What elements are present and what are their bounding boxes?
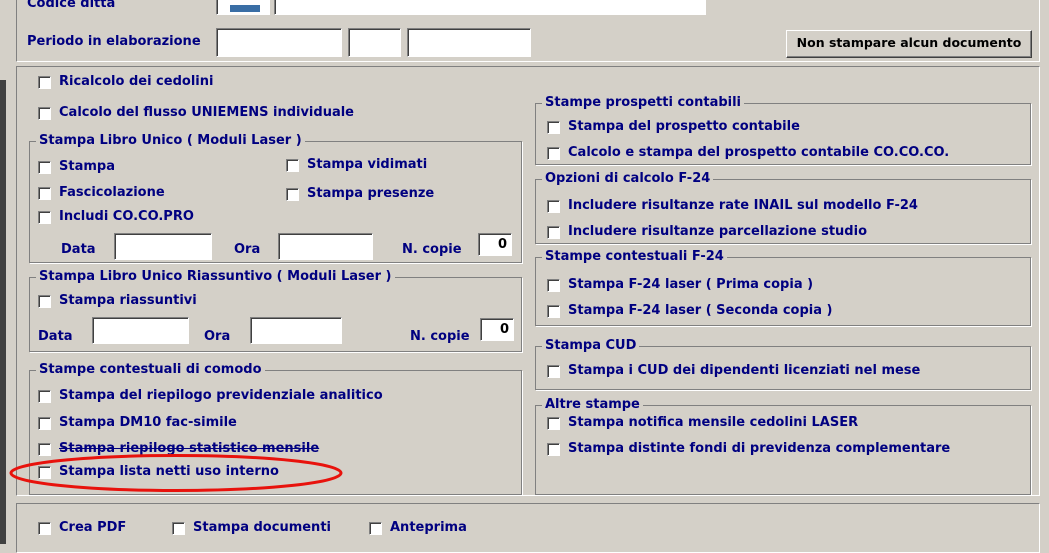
libro-ora-field[interactable] [278, 233, 373, 260]
stampa-riassuntivi-checkbox[interactable]: Stampa riassuntivi [38, 293, 197, 309]
ricalcolo-checkbox[interactable]: Ricalcolo dei cedolini [38, 74, 213, 90]
checkbox-box [38, 210, 51, 224]
ragione-sociale-field[interactable] [274, 0, 706, 15]
checkbox-box [547, 146, 560, 160]
stampa-cud-checkbox[interactable]: Stampa i CUD dei dipendenti licenziati n… [547, 363, 920, 379]
stampa-cud-label: Stampa i CUD dei dipendenti licenziati n… [568, 363, 921, 378]
checkbox-box [38, 75, 51, 89]
checkbox-box [38, 521, 51, 535]
checkbox-box [547, 442, 560, 456]
checkbox-box [38, 106, 51, 120]
distinte-checkbox[interactable]: Stampa distinte fondi di previdenza comp… [547, 441, 950, 457]
crea-pdf-label: Crea PDF [59, 520, 127, 535]
checkbox-box [172, 521, 185, 535]
periodo-field-1[interactable] [216, 28, 342, 57]
f24-seconda-copia-checkbox[interactable]: Stampa F-24 laser ( Seconda copia ) [547, 303, 833, 319]
altre-stampe-title: Altre stampe [542, 397, 643, 413]
checkbox-box [38, 160, 51, 174]
stampa-riassuntivi-label: Stampa riassuntivi [59, 293, 197, 308]
checkbox-box [547, 364, 560, 378]
riass-ncopie-label: N. copie [410, 329, 470, 344]
libro-data-label: Data [61, 242, 96, 257]
calcolo-uniemens-checkbox[interactable]: Calcolo del flusso UNIEMENS individuale [38, 105, 354, 121]
checkbox-box [547, 199, 560, 213]
periodo-label: Periodo in elaborazione [27, 34, 201, 49]
checkbox-box [547, 278, 560, 292]
fascicolazione-label: Fascicolazione [59, 185, 165, 200]
periodo-field-2[interactable] [348, 28, 401, 57]
libro-stampa-checkbox[interactable]: Stampa [38, 159, 115, 175]
checkbox-box [369, 521, 382, 535]
checkbox-box [547, 416, 560, 430]
parcellazione-checkbox[interactable]: Includere risultanze parcellazione studi… [547, 224, 867, 240]
dm10-checkbox[interactable]: Stampa DM10 fac-simile [38, 415, 237, 431]
notifica-label: Stampa notifica mensile cedolini LASER [568, 415, 859, 430]
parcellazione-label: Includere risultanze parcellazione studi… [568, 224, 867, 239]
riepilogo-previdenziale-label: Stampa del riepilogo previdenziale anali… [59, 388, 383, 403]
riepilogo-previdenziale-checkbox[interactable]: Stampa del riepilogo previdenziale anali… [38, 388, 383, 404]
codice-ditta-field[interactable] [216, 0, 270, 15]
notifica-checkbox[interactable]: Stampa notifica mensile cedolini LASER [547, 415, 858, 431]
riass-ncopie-field[interactable]: 0 [480, 318, 514, 341]
riass-ora-label: Ora [204, 329, 231, 344]
checkbox-box [547, 225, 560, 239]
libro-riassuntivo-title: Stampa Libro Unico Riassuntivo ( Moduli … [36, 269, 395, 285]
inail-checkbox[interactable]: Includere risultanze rate INAIL sul mode… [547, 198, 918, 214]
bottom-panel [16, 503, 1040, 553]
stampa-vidimati-label: Stampa vidimati [307, 157, 428, 172]
calcolo-cococo-label: Calcolo e stampa del prospetto contabile… [568, 145, 950, 160]
stampa-vidimati-checkbox[interactable]: Stampa vidimati [286, 157, 427, 173]
checkbox-box [547, 120, 560, 134]
annotation-ellipse [9, 454, 343, 492]
fascicolazione-checkbox[interactable]: Fascicolazione [38, 185, 165, 201]
stampa-prospetto-checkbox[interactable]: Stampa del prospetto contabile [547, 119, 800, 135]
crea-pdf-checkbox[interactable]: Crea PDF [38, 520, 126, 536]
libro-ncopie-label: N. copie [402, 242, 462, 257]
checkbox-box [38, 416, 51, 430]
anteprima-checkbox[interactable]: Anteprima [369, 520, 467, 536]
libro-unico-title: Stampa Libro Unico ( Moduli Laser ) [36, 133, 305, 149]
checkbox-box [38, 389, 51, 403]
periodo-field-3[interactable] [407, 28, 531, 57]
stampa-presenze-label: Stampa presenze [307, 186, 435, 201]
f24-seconda-copia-label: Stampa F-24 laser ( Seconda copia ) [568, 303, 833, 318]
non-stampare-button[interactable]: Non stampare alcun documento [786, 30, 1032, 58]
inail-label: Includere risultanze rate INAIL sul mode… [568, 198, 918, 213]
includi-cocopro-label: Includi CO.CO.PRO [59, 209, 194, 224]
contestuali-f24-title: Stampe contestuali F-24 [542, 249, 727, 265]
stampa-prospetto-label: Stampa del prospetto contabile [568, 119, 800, 134]
checkbox-box [547, 304, 560, 318]
f24-prima-copia-checkbox[interactable]: Stampa F-24 laser ( Prima copia ) [547, 277, 813, 293]
libro-ncopie-field[interactable]: 0 [478, 233, 512, 256]
includi-cocopro-checkbox[interactable]: Includi CO.CO.PRO [38, 209, 194, 225]
checkbox-box [38, 294, 51, 308]
riass-data-label: Data [38, 329, 73, 344]
stampa-presenze-checkbox[interactable]: Stampa presenze [286, 186, 434, 202]
left-edge [0, 80, 6, 544]
riass-data-field[interactable] [92, 317, 189, 344]
distinte-label: Stampa distinte fondi di previdenza comp… [568, 441, 951, 456]
riass-ora-field[interactable] [250, 317, 342, 344]
opzioni-f24-title: Opzioni di calcolo F-24 [542, 171, 714, 187]
ricalcolo-label: Ricalcolo dei cedolini [59, 74, 214, 89]
libro-stampa-label: Stampa [59, 159, 115, 174]
libro-ora-label: Ora [234, 242, 261, 257]
codice-ditta-selection [230, 5, 260, 12]
stampa-documenti-checkbox[interactable]: Stampa documenti [172, 520, 331, 536]
libro-data-field[interactable] [114, 233, 212, 260]
f24-prima-copia-label: Stampa F-24 laser ( Prima copia ) [568, 277, 814, 292]
checkbox-box [38, 186, 51, 200]
cud-title: Stampa CUD [542, 338, 640, 354]
contestuali-comodo-title: Stampe contestuali di comodo [36, 362, 265, 378]
dm10-label: Stampa DM10 fac-simile [59, 415, 237, 430]
calcolo-cococo-checkbox[interactable]: Calcolo e stampa del prospetto contabile… [547, 145, 949, 161]
stampa-documenti-label: Stampa documenti [193, 520, 331, 535]
checkbox-box [286, 187, 299, 201]
anteprima-label: Anteprima [390, 520, 467, 535]
prospetti-title: Stampe prospetti contabili [542, 95, 745, 111]
checkbox-box [286, 158, 299, 172]
calcolo-uniemens-label: Calcolo del flusso UNIEMENS individuale [59, 105, 354, 120]
codice-ditta-label: Codice ditta [27, 0, 116, 11]
